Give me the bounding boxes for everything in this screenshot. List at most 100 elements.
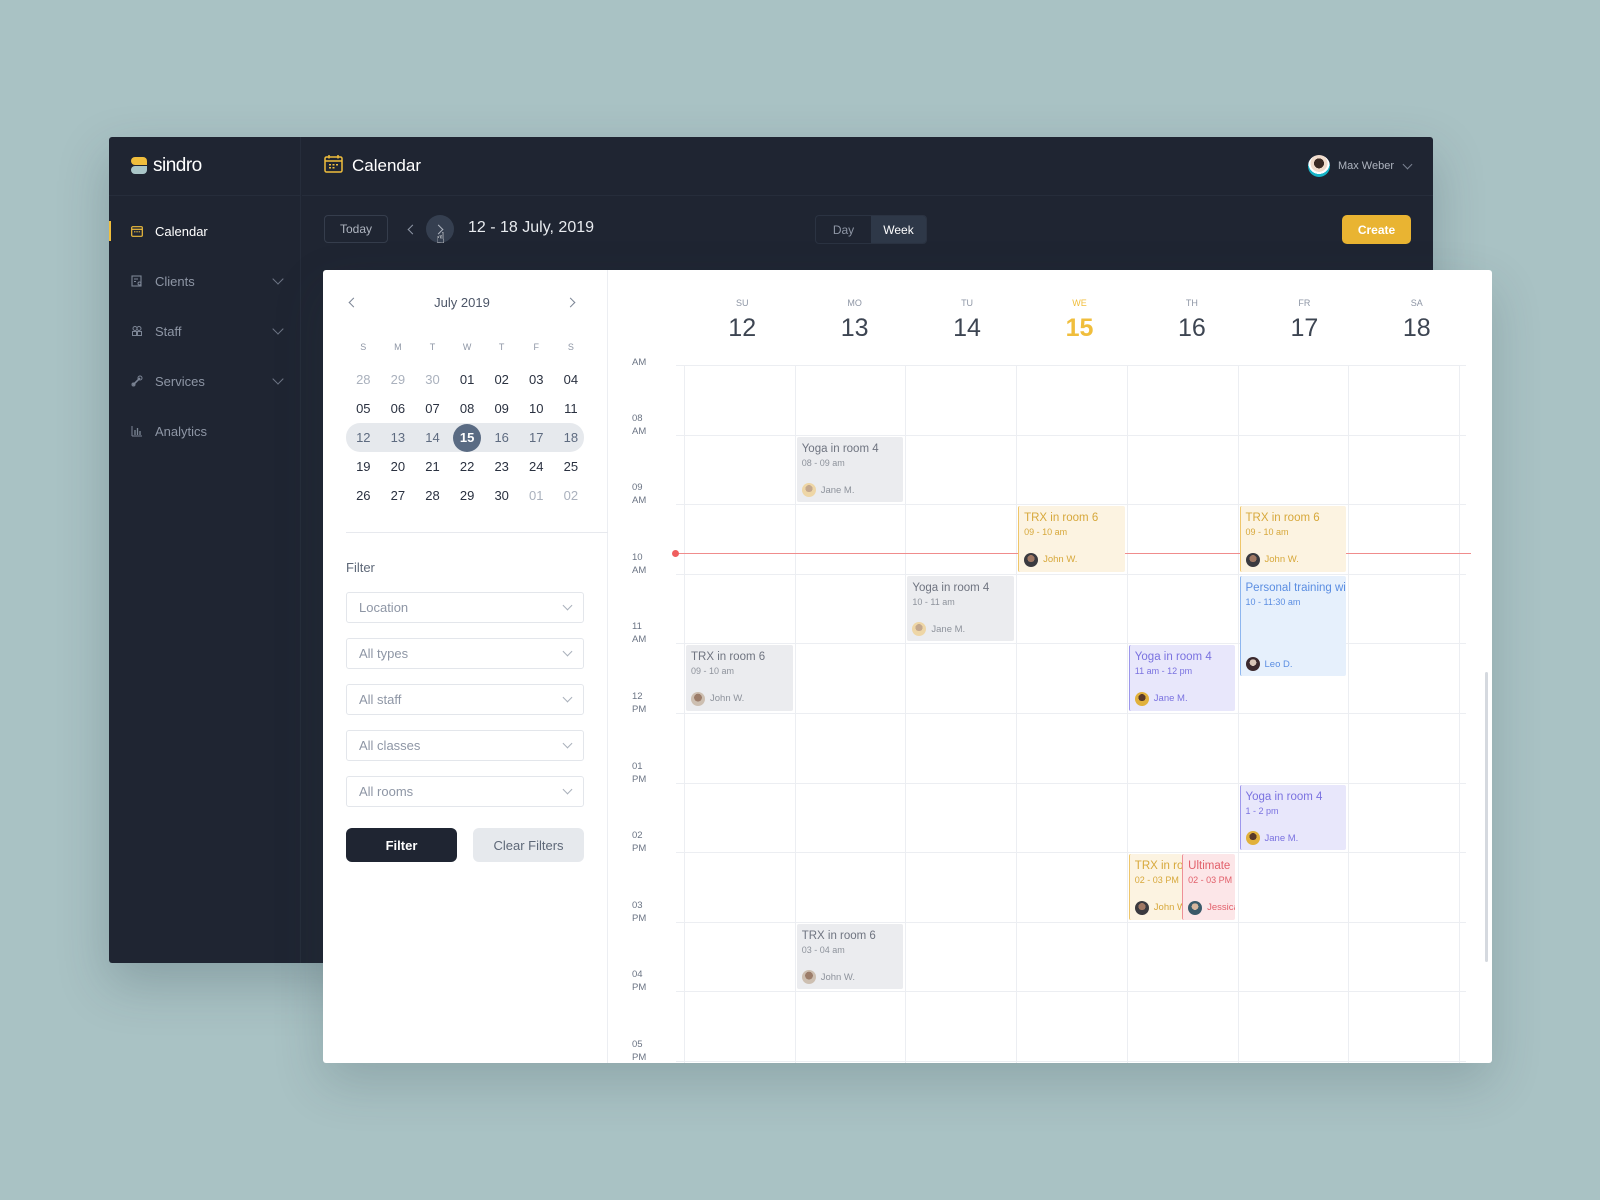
mini-calendar-today[interactable]: 15 [450, 423, 485, 452]
day-number: 02 [563, 487, 579, 503]
calendar-event[interactable]: TRX in room 6 03 - 04 am John W. [796, 923, 904, 990]
mini-calendar-day[interactable]: 27 [381, 483, 416, 509]
mini-calendar-day[interactable]: 08 [450, 396, 485, 422]
mini-calendar-day[interactable]: 14 [415, 425, 450, 451]
filter-select-location[interactable]: Location [346, 592, 584, 623]
filter-select-all-types[interactable]: All types [346, 638, 584, 669]
day-header-su[interactable]: SU 12 [686, 298, 798, 358]
mini-calendar-day[interactable]: 04 [554, 367, 589, 393]
create-button[interactable]: Create [1342, 215, 1411, 244]
mini-calendar-day[interactable]: 20 [381, 454, 416, 480]
sidebar-item-calendar[interactable]: Calendar [109, 206, 300, 256]
mini-calendar-day[interactable]: 25 [554, 454, 589, 480]
mini-calendar-day[interactable]: 24 [519, 454, 554, 480]
sidebar-item-staff[interactable]: Staff [109, 306, 300, 356]
mini-calendar-day[interactable]: 11 [554, 396, 589, 422]
user-menu[interactable]: Max Weber [1307, 155, 1413, 177]
time-hour: 10 [632, 551, 643, 563]
logo-icon [131, 157, 147, 175]
select-placeholder: All rooms [359, 784, 414, 799]
sidebar-item-analytics[interactable]: Analytics [109, 406, 300, 456]
chevron-down-icon [562, 600, 573, 611]
mini-calendar-day[interactable]: 30 [484, 483, 519, 509]
day-column-line [1016, 365, 1018, 1063]
day-column-line [1237, 365, 1239, 1063]
staff-name: Jane M. [1264, 832, 1299, 844]
filter-button[interactable]: Filter [346, 828, 457, 862]
day-column-line [905, 365, 907, 1063]
calendar-event[interactable]: TRX in room 6 09 - 10 am John W. [1018, 506, 1125, 572]
day-header-th[interactable]: TH 16 [1136, 298, 1248, 358]
mini-calendar-day[interactable]: 30 [415, 367, 450, 393]
time-label: 02 PM [632, 829, 646, 855]
view-day-button[interactable]: Day [816, 216, 871, 243]
mini-calendar-day[interactable]: 16 [484, 425, 519, 451]
hand-cursor-icon: ☝ [436, 230, 446, 247]
calendar-event[interactable]: Personal training with Leo 10 - 11:30 am L… [1239, 575, 1347, 677]
day-header-sa[interactable]: SA 18 [1361, 298, 1473, 358]
event-title: TRX in room 6 [1245, 512, 1320, 525]
calendar-event[interactable]: Yoga in room 4 11 am - 12 pm Jane M. [1128, 645, 1236, 711]
scrollbar[interactable] [1485, 672, 1488, 962]
day-header-fr[interactable]: FR 17 [1248, 298, 1360, 358]
clear-filters-button[interactable]: Clear Filters [473, 828, 584, 862]
mini-calendar-day[interactable]: 01 [450, 367, 485, 393]
sidebar-item-services[interactable]: Services [109, 356, 300, 406]
mini-calendar-day[interactable]: 28 [415, 483, 450, 509]
calendar-event[interactable]: Ultimate 02 - 03 PM Jessica [1182, 854, 1236, 920]
filter-select-all-rooms[interactable]: All rooms [346, 776, 584, 807]
mini-calendar-day[interactable]: 01 [519, 483, 554, 509]
toolbar: Today ☝ 12 - 18 July, 2019 Day Week Crea… [302, 197, 1433, 265]
calendar-event[interactable]: TRX in room 6 09 - 10 am John W. [686, 645, 793, 711]
filter-select-all-staff[interactable]: All staff [346, 684, 584, 715]
calendar-event[interactable]: Yoga in room 4 1 - 2 pm Jane M. [1239, 784, 1347, 851]
event-time: 03 - 04 am [801, 944, 845, 955]
calendar-event[interactable]: TRX in room 6 09 - 10 am John W. [1239, 506, 1347, 572]
day-number: 14 [425, 429, 440, 445]
mini-calendar-day[interactable]: 22 [450, 454, 485, 480]
mini-calendar-day[interactable]: 29 [450, 483, 485, 509]
mini-calendar-day[interactable]: 26 [346, 483, 381, 509]
previous-month-button[interactable] [348, 297, 359, 307]
select-placeholder: All types [359, 646, 409, 661]
mini-calendar-day[interactable]: 17 [519, 425, 554, 451]
calendar-event[interactable]: TRX in room 6 02 - 03 PM John W. [1128, 854, 1183, 920]
mini-calendar-day[interactable]: 29 [381, 367, 416, 393]
today-button[interactable]: Today [324, 215, 388, 243]
mini-calendar-day[interactable]: 19 [346, 454, 381, 480]
next-month-button[interactable] [565, 297, 576, 307]
event-staff: John W. [801, 970, 855, 985]
event-time: 09 - 10 am [1245, 527, 1289, 538]
day-header-mo[interactable]: MO 13 [798, 298, 910, 358]
time-period: AM [632, 564, 647, 576]
mini-calendar-day[interactable]: 02 [484, 367, 519, 393]
day-number: 15 [453, 423, 482, 452]
current-time-dot [672, 549, 679, 557]
mini-calendar-day[interactable]: 02 [554, 483, 589, 509]
mini-calendar-day[interactable]: 03 [519, 367, 554, 393]
mini-calendar-day[interactable]: 23 [484, 454, 519, 480]
day-header-tu[interactable]: TU 14 [911, 298, 1023, 358]
mini-calendar-day[interactable]: 21 [415, 454, 450, 480]
day-header-we[interactable]: WE 15 [1023, 298, 1135, 358]
previous-week-button[interactable] [397, 215, 425, 243]
mini-calendar-day[interactable]: 12 [346, 425, 381, 451]
date-range: 12 - 18 July, 2019 [468, 219, 595, 236]
mini-calendar-day[interactable]: 05 [346, 396, 381, 422]
calendar-event[interactable]: Yoga in room 4 10 - 11 am Jane M. [907, 575, 1015, 642]
logo[interactable]: sindro [109, 137, 300, 196]
mini-calendar-day[interactable]: 06 [381, 396, 416, 422]
mini-calendar-day[interactable]: 13 [381, 425, 416, 451]
mini-calendar-day[interactable]: 28 [346, 367, 381, 393]
mini-calendar-day[interactable]: 10 [519, 396, 554, 422]
mini-calendar-day[interactable]: 18 [554, 425, 589, 451]
mini-calendar-day[interactable]: 07 [415, 396, 450, 422]
sidebar-item-clients[interactable]: Clients [109, 256, 300, 306]
staff-name: Jane M. [1153, 693, 1188, 705]
filter-select-all-classes[interactable]: All classes [346, 730, 584, 761]
calendar-event[interactable]: Yoga in room 4 08 - 09 am Jane M. [796, 436, 904, 503]
mini-calendar-day[interactable]: 09 [484, 396, 519, 422]
day-number: 16 [494, 429, 509, 445]
select-placeholder: All staff [359, 692, 402, 707]
view-week-button[interactable]: Week [871, 216, 926, 243]
